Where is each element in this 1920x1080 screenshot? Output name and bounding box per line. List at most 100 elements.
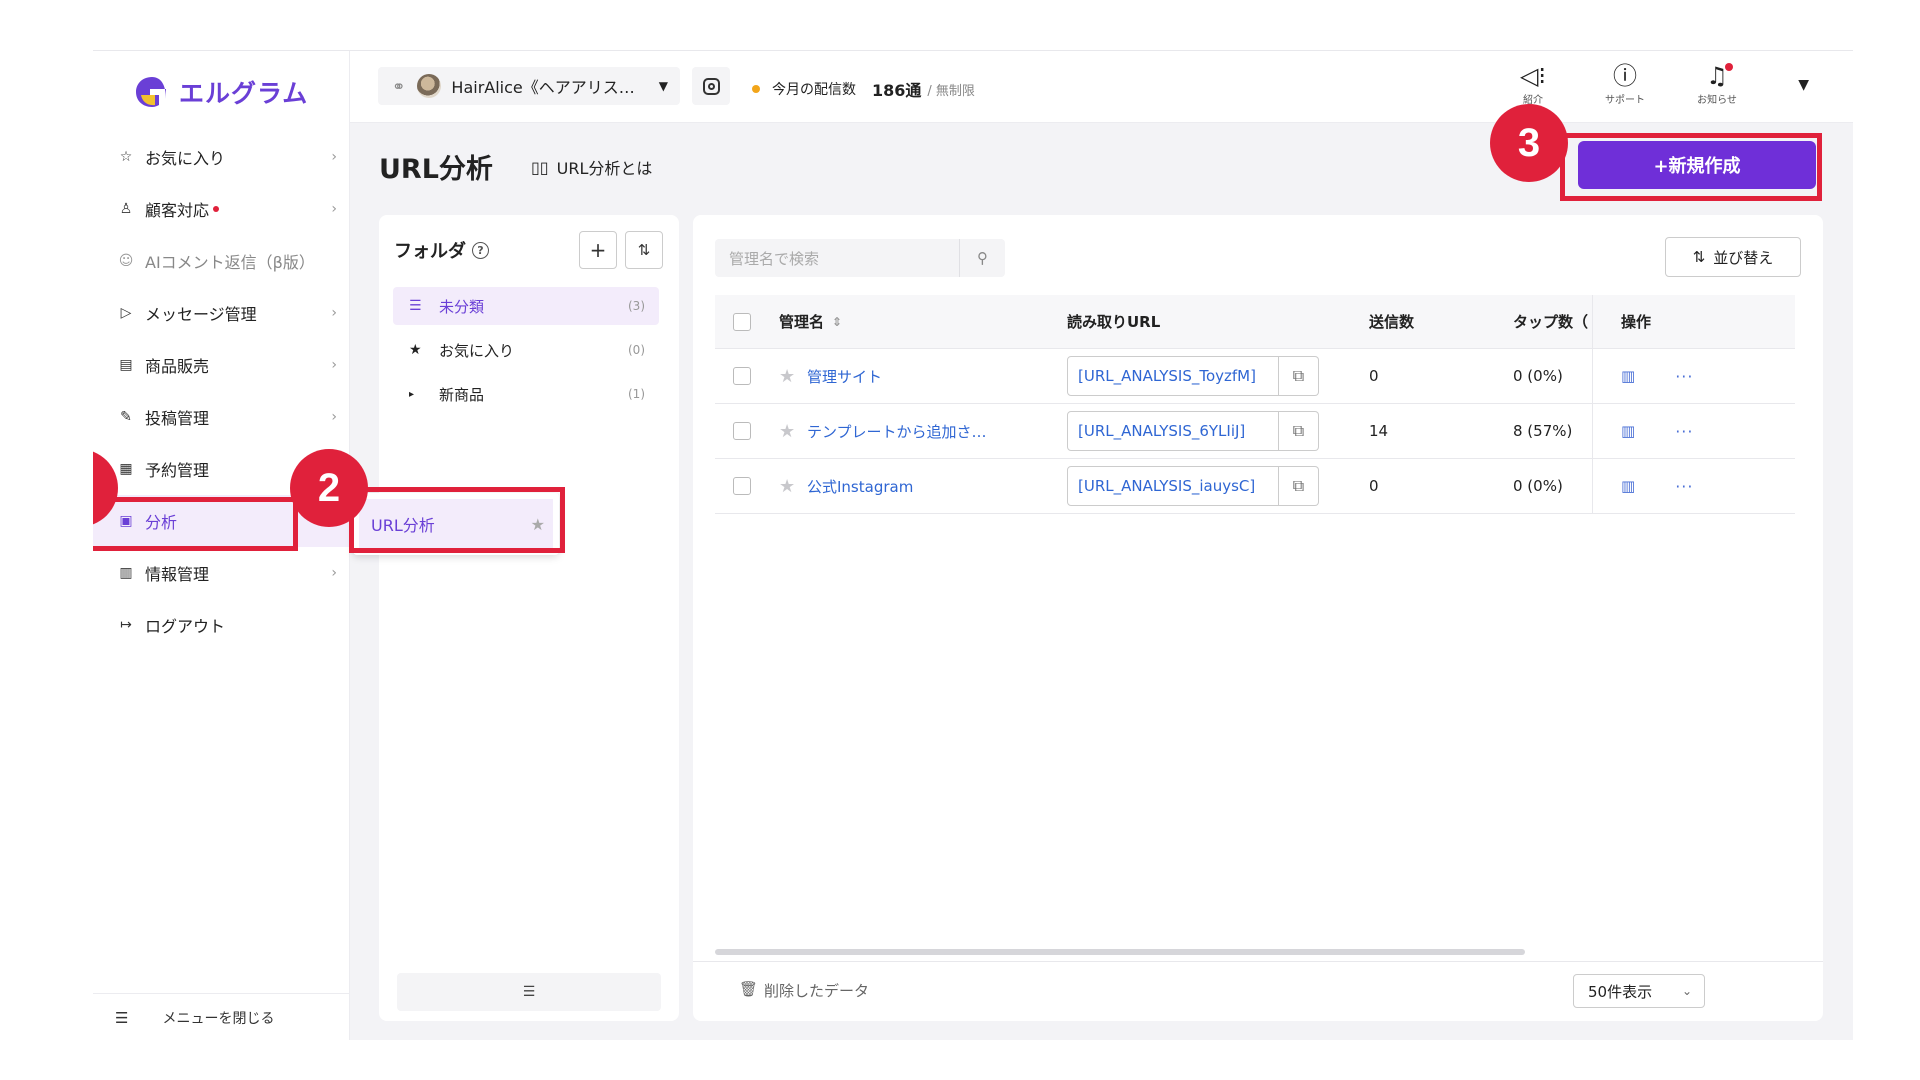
page-title: URL分析 [379,154,493,185]
sort-toggle-icon[interactable]: ⇕ [832,315,842,329]
more-options-icon[interactable]: ··· [1675,477,1693,496]
sidebar-item-info-management[interactable]: ▥ 情報管理 › [93,547,349,599]
instagram-icon [702,77,720,95]
sidebar-item-ai-comment[interactable]: ☺ AIコメント返信（β版） [93,235,349,287]
folder-label: 未分類 [439,297,485,316]
chevron-right-icon: › [331,357,337,373]
row-name-link[interactable]: テンプレートから追加さ… [807,421,987,442]
url-field[interactable]: [URL_ANALYSIS_ToyzfM] [1067,356,1279,396]
sidebar-item-favorites[interactable]: ☆ お気に入り › [93,131,349,183]
sidebar-item-sales[interactable]: ▤ 商品販売 › [93,339,349,391]
sent-count: 14 [1369,422,1389,440]
folder-panel: フォルダ ? + ⇅ ☰ 未分類 (3) ★ お気に入り (0) ▸ 新商品 (… [379,215,679,1021]
folder-item-favorites[interactable]: ★ お気に入り (0) [393,331,659,369]
chevron-right-icon: › [331,305,337,321]
sent-count: 0 [1369,477,1379,495]
more-options-icon[interactable]: ··· [1675,422,1693,441]
sidebar-item-logout[interactable]: ↦ ログアウト [93,599,349,651]
copy-icon[interactable]: ⧉ [1279,411,1319,451]
folder-item-uncategorized[interactable]: ☰ 未分類 (3) [393,287,659,325]
highlight-box-analytics [93,497,298,551]
row-name-link[interactable]: 公式Instagram [807,476,913,497]
notifications-button[interactable]: ♫ お知らせ [1689,61,1745,106]
copy-icon[interactable]: ⧉ [1279,356,1319,396]
bar-chart-icon: ▥ [119,565,133,581]
url-table: 管理名 ⇕ 読み取りURL 送信数 タップ数（ 操作 ★ 管理サイト [URL_… [715,295,1795,514]
folder-item-new-products[interactable]: ▸ 新商品 (1) [393,375,659,413]
folder-count: (0) [628,343,645,357]
add-folder-button[interactable]: + [579,231,617,269]
logo[interactable]: エルグラム [133,67,308,117]
sort-button[interactable]: ⇅ 並び替え [1665,237,1801,277]
url-field[interactable]: [URL_ANALYSIS_iauysC] [1067,466,1279,506]
header-url: 読み取りURL [1067,313,1161,331]
row-checkbox[interactable] [733,422,751,440]
sidebar-item-label: 情報管理 [145,565,210,584]
per-page-select[interactable]: 50件表示 ⌄ [1573,974,1705,1008]
delivery-status: 今月の配信数 186通 / 無制限 [752,77,975,101]
search-bar[interactable]: 管理名で検索 ⚲ [715,239,1005,277]
help-icon[interactable]: ? [472,241,489,259]
account-selector[interactable]: ⚭ HairAlice《ヘアアリス… ▼ [378,67,680,105]
favorite-star-icon[interactable]: ★ [779,366,799,387]
header-name-label: 管理名 [779,313,825,331]
caret-down-icon: ▼ [658,79,668,93]
horizontal-scrollbar[interactable] [715,949,1525,955]
sidebar-item-posts[interactable]: ✎ 投稿管理 › [93,391,349,443]
avatar [417,74,442,98]
search-input[interactable]: 管理名で検索 [715,248,959,269]
deleted-data-link[interactable]: 🗑 削除したデータ [739,980,869,1001]
close-menu-label: メニューを閉じる [162,1010,275,1027]
folder-count: (1) [628,387,645,401]
folder-count: (3) [628,299,645,313]
favorite-star-icon[interactable]: ★ [779,476,799,497]
topbar: ⚭ HairAlice《ヘアアリス… ▼ 今月の配信数 186通 / 無制限 ◁… [350,51,1853,123]
favorite-star-icon[interactable]: ★ [779,421,799,442]
about-link[interactable]: ▯▯ URL分析とは [531,155,652,179]
header-name[interactable]: 管理名 ⇕ [769,311,1039,332]
sort-icon: ⇅ [1692,248,1706,266]
sidebar-item-label: ログアウト [145,617,226,636]
status-dot [752,85,760,93]
close-menu-button[interactable]: ☰ メニューを閉じる [93,993,349,1040]
notification-dot [213,206,220,212]
support-button[interactable]: ⓘ サポート [1597,61,1653,106]
folder-label: 新商品 [439,385,485,404]
folder-title: フォルダ ? [394,237,489,263]
sidebar-item-label: AIコメント返信（β版） [145,253,315,272]
instagram-button[interactable] [692,67,730,105]
per-page-value: 50件表示 [1588,982,1653,1001]
chevron-down-icon: ⌄ [1681,984,1692,998]
logo-icon [136,77,166,107]
app-frame: エルグラム ☆ お気に入り › ♙ 顧客対応 › ☺ AIコメント返信（β版） … [93,50,1853,1040]
referral-button[interactable]: ◁⁝ 紹介 [1505,61,1561,106]
copy-icon[interactable]: ⧉ [1279,466,1319,506]
row-checkbox[interactable] [733,477,751,495]
row-checkbox[interactable] [733,367,751,385]
tap-count: 0 (0%) [1483,459,1593,513]
sidebar-item-label: 予約管理 [145,461,210,480]
analytics-chart-icon[interactable]: ▥ [1621,477,1635,495]
chat-bubble-icon: ☺ [118,253,134,269]
analytics-chart-icon[interactable]: ▥ [1621,422,1635,440]
folder-collapse-button[interactable]: ☰ [397,973,661,1011]
select-all-checkbox[interactable] [733,312,751,331]
header-tap: タップ数（ [1483,295,1593,348]
sort-folders-button[interactable]: ⇅ [625,231,663,269]
sidebar-item-messages[interactable]: ▷ メッセージ管理 › [93,287,349,339]
chevron-right-icon: › [331,149,337,165]
help-icon: ⓘ [1613,62,1637,90]
more-options-icon[interactable]: ··· [1675,367,1693,386]
sidebar-item-customer-support[interactable]: ♙ 顧客対応 › [93,183,349,235]
highlight-box-url-analysis [349,487,565,553]
main-panel: 管理名で検索 ⚲ ⇅ 並び替え 管理名 ⇕ 読み取りURL 送信数 タップ数（ … [693,215,1823,1021]
row-name-link[interactable]: 管理サイト [807,366,882,387]
menu-collapse-icon: ☰ [115,1008,129,1027]
url-field[interactable]: [URL_ANALYSIS_6YLIiJ] [1067,411,1279,451]
analytics-chart-icon[interactable]: ▥ [1621,367,1635,385]
search-icon[interactable]: ⚲ [959,239,1005,277]
user-menu-caret-icon[interactable]: ▼ [1798,77,1809,93]
delivery-label: 今月の配信数 [772,82,856,98]
shop-icon: ▤ [119,357,133,373]
notification-dot [1725,63,1733,71]
